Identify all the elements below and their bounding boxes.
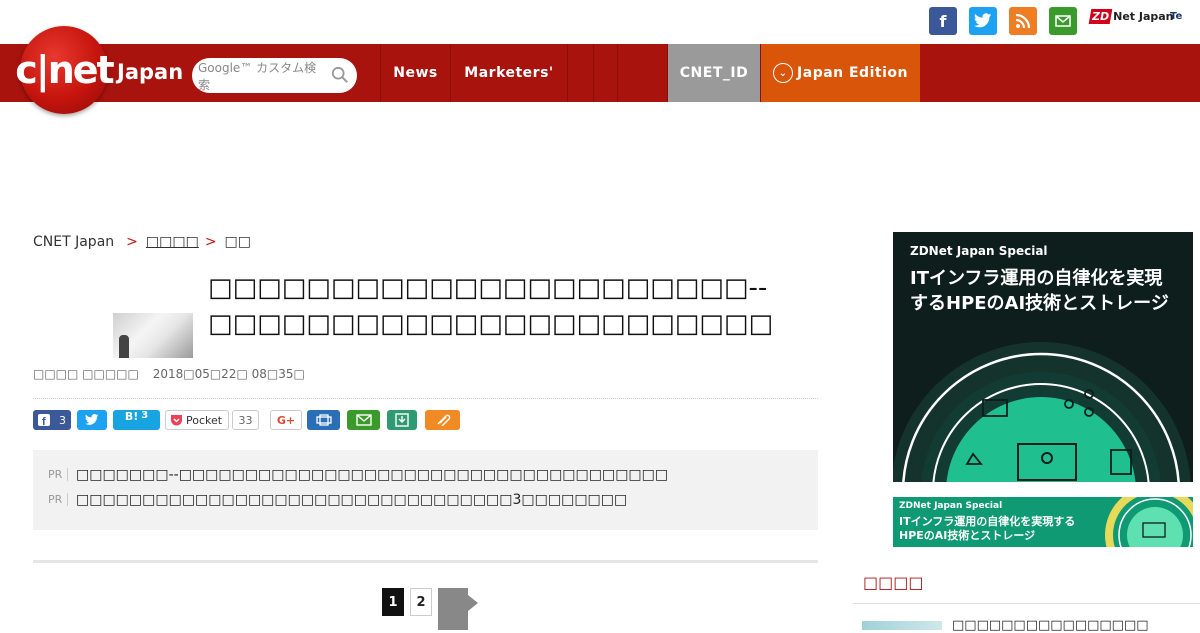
nav-item-empty-3[interactable] bbox=[617, 44, 641, 102]
google-plus-button[interactable]: G+ bbox=[270, 410, 302, 430]
next-page-arrow-icon[interactable] bbox=[438, 588, 478, 630]
ad-headline: ITインフラ運用の自律化を実現するHPEのAI技術とストレージ bbox=[899, 515, 1076, 542]
nav-item-marketers[interactable]: Marketers' bbox=[450, 44, 567, 102]
pocket-button[interactable]: Pocket bbox=[165, 410, 229, 430]
hatena-icon: B! bbox=[124, 410, 139, 423]
ad-headline: ITインフラ運用の自律化を実現するHPEのAI技術とストレージ bbox=[910, 268, 1169, 314]
article-byline: □□□□ □□□□□ 2018□05□22□ 08□35□ bbox=[33, 367, 305, 381]
publish-date: 2018□05□22□ 08□35□ bbox=[152, 367, 305, 381]
ad-tag: ZDNet Japan Special bbox=[899, 501, 1003, 511]
hatena-bookmark-button[interactable]: B! 3 bbox=[113, 410, 160, 430]
nav-item-label: News bbox=[393, 65, 438, 81]
content-divider bbox=[33, 560, 818, 563]
breadcrumb-separator: > bbox=[126, 234, 138, 250]
sidebar-item-title[interactable]: □□□□□□□□□□□□□□□□ bbox=[952, 618, 1149, 633]
search-icon[interactable] bbox=[331, 66, 349, 84]
print-button[interactable] bbox=[307, 410, 340, 430]
pocket-count: 33 bbox=[232, 410, 259, 430]
twitter-icon[interactable] bbox=[969, 7, 997, 35]
techrepublic-logo[interactable]: Te bbox=[1170, 11, 1182, 22]
facebook-share-button[interactable]: f 3 bbox=[33, 410, 71, 430]
ad-tag: ZDNet Japan Special bbox=[910, 244, 1048, 258]
save-button[interactable] bbox=[387, 410, 417, 430]
page-2-button[interactable]: 2 bbox=[410, 588, 432, 616]
breadcrumb: CNET Japan > □□□□ > □□ bbox=[33, 234, 251, 250]
sidebar-ad-small[interactable]: ZDNet Japan Special ITインフラ運用の自律化を実現するHPE… bbox=[893, 497, 1193, 547]
sidebar-item-thumbnail[interactable] bbox=[862, 621, 942, 630]
pocket-icon bbox=[171, 415, 182, 426]
nav-item-label: CNET_ID bbox=[679, 65, 749, 81]
hatena-count: 3 bbox=[141, 410, 149, 421]
mail-icon bbox=[355, 414, 372, 426]
breadcrumb-home[interactable]: CNET Japan bbox=[33, 234, 114, 250]
clip-button[interactable] bbox=[425, 410, 460, 430]
sidebar-section-title: □□□□ bbox=[863, 573, 924, 592]
paperclip-icon bbox=[437, 414, 450, 426]
pr-item[interactable]: PR □□□□□□□--□□□□□□□□□□□□□□□□□□□□□□□□□□□□… bbox=[48, 462, 803, 487]
pocket-label: Pocket bbox=[186, 413, 223, 427]
author-name[interactable]: □□□□ □□□□□ bbox=[33, 367, 139, 381]
download-icon bbox=[395, 413, 409, 427]
pr-item-text[interactable]: □□□□□□□--□□□□□□□□□□□□□□□□□□□□□□□□□□□□□□□… bbox=[76, 467, 668, 483]
thumbnail-person bbox=[119, 335, 129, 358]
article-title: □□□□□□□□□□□□□□□□□□□□□□--□□□□□□□□□□□□□□□□… bbox=[208, 273, 774, 339]
search-input[interactable]: Google™ カスタム検索 bbox=[198, 59, 328, 93]
nav-item-empty-2[interactable] bbox=[593, 44, 617, 102]
top-utility-bar: f ZD Net Japan Te bbox=[0, 0, 1200, 44]
mail-icon[interactable] bbox=[1049, 7, 1077, 35]
cnet-logo-text: c|net bbox=[15, 48, 114, 92]
search-box[interactable]: Google™ カスタム検索 bbox=[192, 58, 357, 93]
breadcrumb-separator: > bbox=[204, 234, 217, 250]
pr-item-text[interactable]: □□□□□□□□□□□□□□□□□□□□□□□□□□□□□□□□□3□□□□□□… bbox=[76, 492, 627, 508]
cnet-logo[interactable]: c|net bbox=[15, 26, 115, 114]
facebook-share-count: 3 bbox=[59, 413, 66, 427]
rss-icon[interactable] bbox=[1009, 7, 1037, 35]
sidebar-section-header: □□□□ bbox=[853, 562, 1200, 604]
email-share-button[interactable] bbox=[347, 410, 380, 430]
print-icon bbox=[315, 414, 332, 426]
facebook-icon: f bbox=[38, 414, 50, 426]
pr-item[interactable]: PR □□□□□□□□□□□□□□□□□□□□□□□□□□□□□□□□□3□□□… bbox=[48, 487, 803, 512]
techrepublic-logo-text: Te bbox=[1170, 11, 1183, 22]
zdnet-logo-text: Net Japan bbox=[1113, 10, 1174, 23]
nav-item-empty-1[interactable] bbox=[567, 44, 593, 102]
nav-item-cnet-id[interactable]: CNET_ID bbox=[667, 44, 760, 102]
pr-box: PR □□□□□□□--□□□□□□□□□□□□□□□□□□□□□□□□□□□□… bbox=[33, 450, 818, 530]
pr-tag: PR bbox=[48, 468, 68, 481]
byline-divider bbox=[33, 398, 818, 399]
twitter-share-button[interactable] bbox=[77, 410, 107, 430]
zdnet-logo-mark: ZD bbox=[1088, 9, 1113, 24]
breadcrumb-level3[interactable]: □□ bbox=[225, 234, 251, 250]
article-thumbnail bbox=[113, 313, 193, 358]
svg-text:f: f bbox=[42, 416, 46, 426]
sidebar-ad-large[interactable]: ZDNet Japan Special ITインフラ運用の自律化を実現するHPE… bbox=[893, 232, 1193, 482]
nav-item-label: Marketers' bbox=[464, 65, 554, 81]
nav-item-label: Japan Edition bbox=[797, 65, 908, 81]
breadcrumb-level2[interactable]: □□□□ bbox=[146, 234, 199, 250]
chevron-down-icon: ⌄ bbox=[773, 63, 794, 83]
nav-item-news[interactable]: News bbox=[380, 44, 450, 102]
logo-japan-label: Japan bbox=[117, 60, 184, 84]
zdnet-japan-logo[interactable]: ZD Net Japan bbox=[1088, 9, 1174, 24]
page-1-button[interactable]: 1 bbox=[382, 588, 404, 616]
facebook-icon[interactable]: f bbox=[929, 7, 957, 35]
pr-tag: PR bbox=[48, 493, 68, 506]
nav-item-edition[interactable]: ⌄ Japan Edition bbox=[760, 44, 920, 102]
twitter-icon bbox=[85, 414, 99, 425]
